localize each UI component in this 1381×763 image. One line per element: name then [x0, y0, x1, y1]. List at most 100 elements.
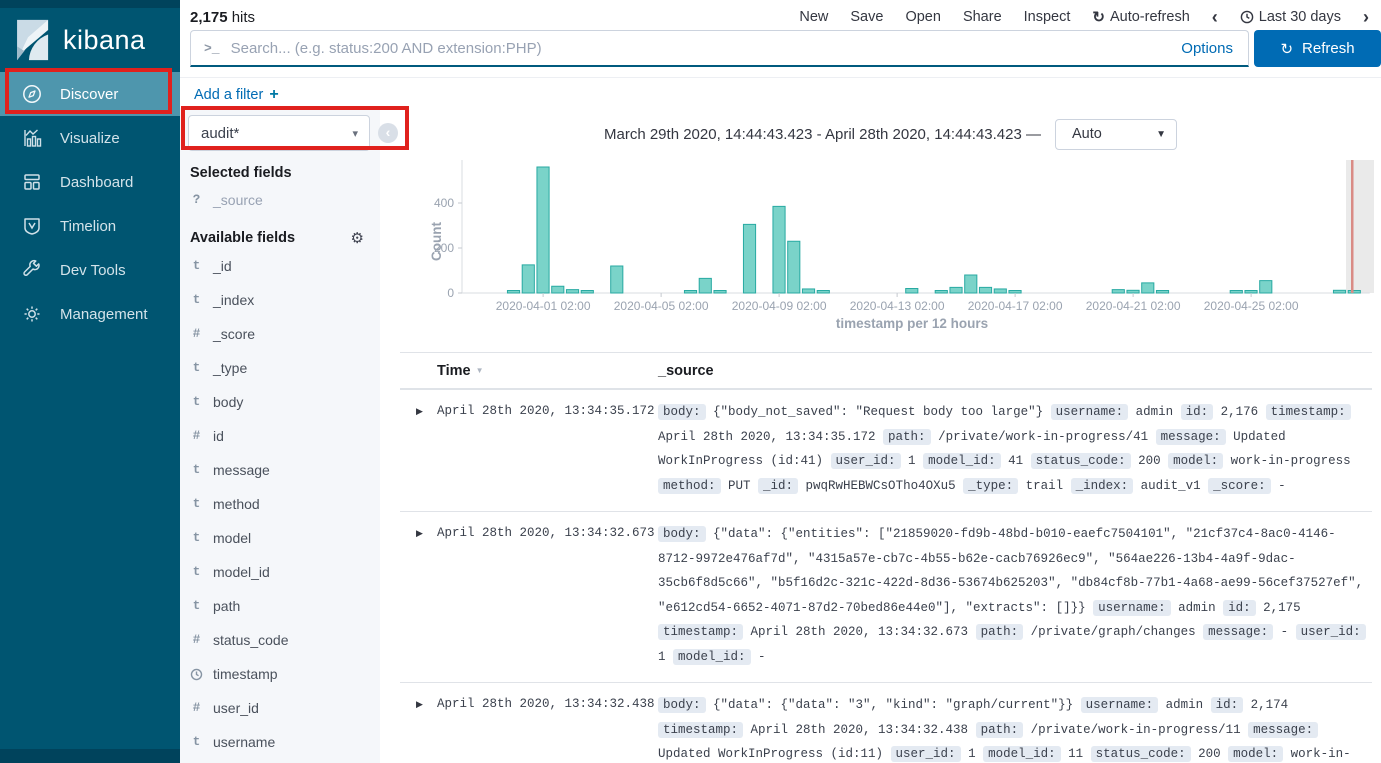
- add-filter-link[interactable]: Add a filter +: [194, 86, 279, 104]
- histogram-bar[interactable]: [537, 167, 549, 293]
- field-item-_index[interactable]: t_index: [180, 283, 380, 317]
- field-key-chip: timestamp:: [658, 624, 743, 640]
- field-item-_source[interactable]: ?_source: [180, 183, 380, 217]
- histogram-bar[interactable]: [979, 287, 991, 293]
- doc-table-row: ▶April 28th 2020, 13:34:32.673body: {"da…: [400, 512, 1372, 683]
- field-item-model_id[interactable]: tmodel_id: [180, 555, 380, 589]
- expand-row-icon[interactable]: ▶: [400, 693, 437, 763]
- doc-source-cell: body: {"data": {"entities": ["21859020-f…: [658, 522, 1372, 669]
- field-settings-gear-icon[interactable]: ⚙: [351, 229, 364, 247]
- compass-icon: [21, 83, 43, 105]
- histogram-bar[interactable]: [1127, 290, 1139, 293]
- histogram-bar[interactable]: [522, 265, 534, 293]
- time-range-label: Last 30 days: [1259, 9, 1341, 25]
- field-key-chip: status_code:: [1091, 746, 1191, 762]
- nav-item-discover[interactable]: Discover: [0, 72, 180, 116]
- doc-time-cell: April 28th 2020, 13:34:32.673: [437, 522, 658, 669]
- field-item-path[interactable]: tpath: [180, 589, 380, 623]
- shield-icon: [21, 215, 43, 237]
- fields-sidebar: audit* ▾ ‹ Selected fields ?_source Avai…: [180, 108, 380, 763]
- histogram-bar[interactable]: [788, 241, 800, 293]
- field-item-status_code[interactable]: #status_code: [180, 623, 380, 657]
- field-key-chip: model_id:: [923, 453, 1001, 469]
- index-pattern-select[interactable]: audit* ▾: [188, 115, 370, 151]
- histogram-bar[interactable]: [906, 289, 918, 294]
- interval-select[interactable]: Auto ▼: [1055, 119, 1177, 150]
- kibana-logo[interactable]: kibana: [0, 10, 180, 70]
- field-key-chip: path:: [976, 624, 1024, 640]
- field-item-timestamp[interactable]: timestamp: [180, 657, 380, 691]
- field-key-chip: model:: [1168, 453, 1223, 469]
- options-link[interactable]: Options: [1181, 40, 1248, 57]
- time-end-marker: [1351, 160, 1354, 293]
- field-item-model[interactable]: tmodel: [180, 521, 380, 555]
- histogram-bar[interactable]: [965, 275, 977, 293]
- expand-row-icon[interactable]: ▶: [400, 522, 437, 669]
- histogram-bar[interactable]: [1348, 291, 1360, 294]
- expand-row-icon[interactable]: ▶: [400, 400, 437, 498]
- auto-refresh-button[interactable]: ↻ Auto-refresh: [1092, 8, 1189, 26]
- field-item-id[interactable]: #id: [180, 419, 380, 453]
- histogram-bar[interactable]: [994, 289, 1006, 293]
- histogram-bar[interactable]: [699, 278, 711, 293]
- histogram-bar[interactable]: [581, 291, 593, 294]
- histogram-bar[interactable]: [1333, 290, 1345, 293]
- field-item-body[interactable]: tbody: [180, 385, 380, 419]
- field-item-_score[interactable]: #_score: [180, 317, 380, 351]
- histogram-bar[interactable]: [1156, 291, 1168, 294]
- field-item-method[interactable]: tmethod: [180, 487, 380, 521]
- field-name: _id: [213, 258, 232, 275]
- menu-item-inspect[interactable]: Inspect: [1024, 9, 1071, 25]
- histogram-bar[interactable]: [743, 224, 755, 293]
- partial-bucket-band: [1346, 160, 1374, 293]
- histogram-bar[interactable]: [935, 291, 947, 294]
- menu-item-share[interactable]: Share: [963, 9, 1002, 25]
- field-item-user_id[interactable]: #user_id: [180, 691, 380, 725]
- time-column-label: Time: [437, 363, 471, 379]
- add-filter-label: Add a filter: [194, 87, 263, 103]
- table-rows: ▶April 28th 2020, 13:34:35.172body: {"bo…: [400, 390, 1372, 763]
- histogram-bar[interactable]: [507, 291, 519, 294]
- doc-table-row: ▶April 28th 2020, 13:34:35.172body: {"bo…: [400, 390, 1372, 512]
- histogram-bar[interactable]: [1112, 290, 1124, 293]
- menu-item-new[interactable]: New: [799, 9, 828, 25]
- time-forward-chevron-icon[interactable]: ›: [1363, 8, 1369, 26]
- histogram-bar[interactable]: [817, 291, 829, 294]
- field-name: model: [213, 530, 251, 547]
- histogram-bar[interactable]: [1230, 291, 1242, 294]
- histogram-bar[interactable]: [950, 287, 962, 293]
- nav-item-visualize[interactable]: Visualize: [0, 116, 180, 160]
- histogram-bar[interactable]: [1245, 291, 1257, 294]
- search-input[interactable]: [231, 40, 1182, 57]
- string-type-icon: t: [190, 292, 203, 309]
- nav-item-dev-tools[interactable]: Dev Tools: [0, 248, 180, 292]
- collapse-sidebar-button[interactable]: ‹: [378, 123, 398, 143]
- histogram-bar[interactable]: [566, 290, 578, 293]
- field-key-chip: username:: [1051, 404, 1129, 420]
- histogram-bar[interactable]: [802, 289, 814, 293]
- field-item-_id[interactable]: t_id: [180, 249, 380, 283]
- time-column-header[interactable]: Time ▼: [437, 363, 658, 379]
- menu-item-open[interactable]: Open: [905, 9, 940, 25]
- time-range-button[interactable]: Last 30 days: [1240, 9, 1341, 25]
- histogram-bar[interactable]: [1260, 281, 1272, 293]
- sort-descending-icon[interactable]: ▼: [476, 366, 484, 375]
- time-back-chevron-icon[interactable]: ‹: [1212, 8, 1218, 26]
- nav-label: Timelion: [60, 218, 116, 235]
- histogram-bar[interactable]: [552, 286, 564, 293]
- histogram-bar[interactable]: [611, 266, 623, 293]
- histogram-bar[interactable]: [684, 291, 696, 294]
- histogram-bar[interactable]: [714, 291, 726, 294]
- nav-item-management[interactable]: Management: [0, 292, 180, 336]
- nav-item-dashboard[interactable]: Dashboard: [0, 160, 180, 204]
- histogram-bar[interactable]: [773, 206, 785, 293]
- nav-label: Visualize: [60, 130, 120, 147]
- menu-item-save[interactable]: Save: [850, 9, 883, 25]
- field-item-_type[interactable]: t_type: [180, 351, 380, 385]
- histogram-bar[interactable]: [1009, 291, 1021, 294]
- refresh-button[interactable]: ↻ Refresh: [1254, 30, 1381, 67]
- nav-item-timelion[interactable]: Timelion: [0, 204, 180, 248]
- field-item-username[interactable]: tusername: [180, 725, 380, 759]
- histogram-bar[interactable]: [1142, 283, 1154, 293]
- field-item-message[interactable]: tmessage: [180, 453, 380, 487]
